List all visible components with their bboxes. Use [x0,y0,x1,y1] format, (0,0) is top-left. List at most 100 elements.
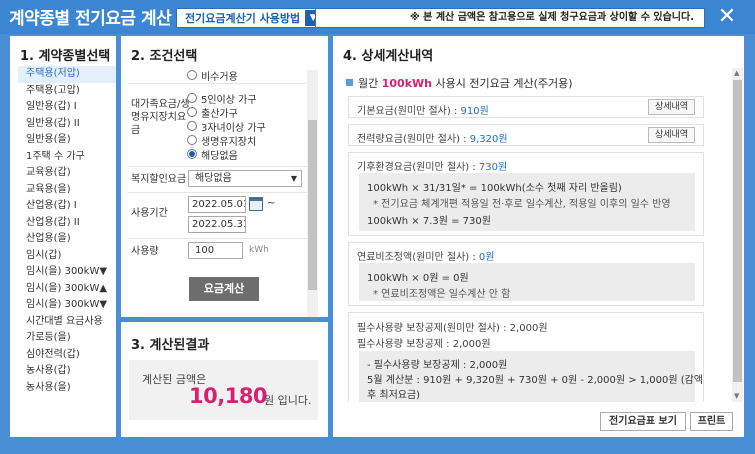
contract-item[interactable]: 임시(갑) [18,248,116,265]
guarantee-line: 필수사용량 보장공제(원미만 절사) : 2,000원 [357,323,548,334]
usage-input[interactable]: 100 [188,242,243,259]
radio-birth[interactable]: 출산가구 [187,106,238,120]
notice-text: ※ 본 계산 금액은 참고용으로 실제 청구요금과 상이할 수 있습니다. [315,8,705,28]
climate-formula-box: 100kWh × 31/31일* = 100kWh(소수 첫째 자리 반올림) … [359,173,695,231]
contract-item[interactable]: 일반용(을) [18,132,116,149]
scrollbar-thumb[interactable] [308,120,317,290]
guarantee-formula-line: - 필수사용량 보장공제 : 2,000원 [367,360,508,371]
guide-label: 전기요금계산기 사용방법 [185,12,301,25]
fuel-adjust-card: 연료비조정액(원미만 절사) : 0원 100kWh × 0원 = 0원 * 연… [348,242,704,306]
welfare-row: 복지할인요금 해당없음 ▼ [127,166,311,190]
period-label: 사용기간 [131,208,168,219]
contract-item[interactable]: 일반용(갑) II [18,116,116,133]
basic-fee-line: 기본요금(원미만 절사) : 910원 [357,106,489,117]
condition-scrollbar[interactable] [307,70,318,317]
scroll-up-icon[interactable]: ▲ [734,69,739,77]
result-unit: 원 입니다. [264,394,312,407]
title-bar: 계약종별 전기요금 계산 전기요금계산기 사용방법 ▼ ※ 본 계산 금액은 참… [0,0,755,34]
radio-five-members[interactable]: 5인이상 가구 [187,92,257,106]
contract-item[interactable]: 일반용(갑) I [18,99,116,116]
contract-item[interactable]: 산업용(갑) I [18,198,116,215]
energy-fee-card: 전력량요금(원미만 절사) : 9,320원 상세내역 [348,124,704,146]
contract-item[interactable]: 임시(을) 300kW▼ [18,264,116,281]
contract-item[interactable]: 시간대별 요금사용 [18,314,116,331]
square-bullet-icon [346,79,353,86]
basic-detail-button[interactable]: 상세내역 [648,99,695,115]
panel1-title: 1. 계약종별선택 [20,49,111,64]
fuel-formula-box: 100kWh × 0원 = 0원 * 연료비조정액은 일수계산 안 함 [359,263,695,301]
scrollbar-thumb[interactable] [733,80,742,382]
basic-fee-card: 기본요금(원미만 절사) : 910원 상세내역 [348,96,704,118]
usage-unit: kWh [249,245,269,255]
result-panel: 3. 계산된결과 계산된 금액은 10,180 원 입니다. [121,322,328,437]
welfare-select[interactable]: 해당없음 ▼ [188,170,302,187]
panel2-title: 2. 조건선택 [131,49,198,64]
detail-scrollbar[interactable]: ▲ ▼ [732,68,743,402]
contract-item[interactable]: 심야전력(갑) [18,347,116,364]
contract-item[interactable]: 산업용(갑) II [18,215,116,232]
guide-dropdown[interactable]: 전기요금계산기 사용방법 ▼ [176,8,324,28]
contract-item[interactable]: 산업용(을) [18,231,116,248]
climate-fee-line: 기후환경요금(원미만 절사) : 730원 [357,162,508,173]
contract-item[interactable]: 교육용(갑) [18,165,116,182]
usage-label: 사용량 [131,246,159,257]
contract-item[interactable]: 가로등(을) [18,330,116,347]
detail-scroll-area: 월간 100kWh 사용시 전기요금 계산(주거용) 기본요금(원미만 절사) … [333,68,732,402]
radio-icon [187,70,197,80]
period-tilde: ~ [267,198,276,209]
radio-partial-option[interactable]: 비수거용 [187,70,238,83]
detail-panel: 4. 상세계산내역 월간 100kWh 사용시 전기요금 계산(주거용) 기본요… [333,36,744,437]
radio-three-children[interactable]: 3자녀이상 가구 [187,120,266,134]
condition-scroll-area: 비수거용 대가족요금/생명유지장치요금 5인이상 가구 출산가구 3자녀이상 가… [121,70,318,317]
result-amount: 10,180 [189,384,268,408]
panel3-title: 3. 계산된결과 [131,338,210,353]
contract-item[interactable]: 농사용(을) [18,380,116,397]
contract-type-list: 주택용(저압) 주택용(고압) 일반용(갑) I 일반용(갑) II 일반용(을… [18,66,116,396]
scroll-down-icon[interactable]: ▼ [734,392,739,400]
chevron-down-icon: ▼ [290,174,297,183]
guarantee-card: 필수사용량 보장공제(원미만 절사) : 2,000원 필수사용량 보장공제 :… [348,312,704,402]
guarantee-formula-line: 후 최저요금) [367,390,421,401]
welfare-label: 복지할인요금 [131,174,187,185]
detail-heading: 월간 100kWh 사용시 전기요금 계산(주거용) [346,75,573,91]
result-box: 계산된 금액은 10,180 원 입니다. [129,360,318,420]
calendar-icon[interactable] [249,197,263,211]
fuel-formula-note: * 연료비조정액은 일수계산 안 함 [373,289,511,300]
rate-table-button[interactable]: 전기요금표 보기 [600,412,686,431]
panel4-title: 4. 상세계산내역 [343,49,434,64]
energy-fee-line: 전력량요금(원미만 절사) : 9,320원 [357,134,508,145]
contract-item[interactable]: 농사용(갑) [18,363,116,380]
fuel-formula-line: 100kWh × 0원 = 0원 [367,273,469,284]
period-start-input[interactable]: 2022.05.01 [188,196,246,213]
radio-icon [187,107,197,117]
contract-item[interactable]: 임시(을) 300kW▲ [18,281,116,298]
contract-type-panel: 1. 계약종별선택 주택용(저압) 주택용(고압) 일반용(갑) I 일반용(갑… [10,36,116,437]
print-button[interactable]: 프린트 [690,412,733,431]
guarantee-formula-box: - 필수사용량 보장공제 : 2,000원 5월 계산분 : 910원 + 9,… [359,351,703,402]
contract-item[interactable]: 임시(을) 300kW▼ [18,297,116,314]
period-end-input[interactable]: 2022.05.31 [188,216,246,233]
contract-item[interactable]: 주택용(저압) [18,66,116,83]
radio-none[interactable]: 해당없음 [187,148,238,162]
climate-formula-note: * 전기요금 체계개편 적용일 전·후로 일수계산, 적용일 이후의 일수 반영 [373,199,671,210]
radio-icon [187,121,197,131]
guarantee-line: 필수사용량 보장공제 : 2,000원 [357,339,491,350]
period-row: 사용기간 2022.05.01 ~ 2022.05.31 [127,192,311,236]
large-family-label: 대가족요금/생명유지장치요금 [131,99,190,136]
window-title: 계약종별 전기요금 계산 [9,9,172,29]
large-family-row: 대가족요금/생명유지장치요금 5인이상 가구 출산가구 3자녀이상 가구 생명유… [127,83,311,163]
contract-item[interactable]: 1주택 수 가구 [18,149,116,166]
calculate-button[interactable]: 요금계산 [189,277,259,301]
close-icon[interactable]: ✕ [714,4,740,30]
radio-icon [187,93,197,103]
climate-formula-line: 100kWh × 31/31일* = 100kWh(소수 첫째 자리 반올림) [367,183,622,194]
climate-fee-card: 기후환경요금(원미만 절사) : 730원 100kWh × 31/31일* =… [348,152,704,236]
contract-item[interactable]: 주택용(고압) [18,83,116,100]
radio-checked-icon [187,149,197,159]
energy-detail-button[interactable]: 상세내역 [648,127,695,143]
contract-item[interactable]: 교육용(을) [18,182,116,199]
condition-panel: 2. 조건선택 비수거용 대가족요금/생명유지장치요금 5인이상 가구 출산가구… [121,36,328,317]
radio-life-support[interactable]: 생명유지장치 [187,134,256,148]
usage-row: 사용량 100 kWh [127,238,311,262]
climate-formula-line: 100kWh × 7.3원 = 730원 [367,216,491,227]
